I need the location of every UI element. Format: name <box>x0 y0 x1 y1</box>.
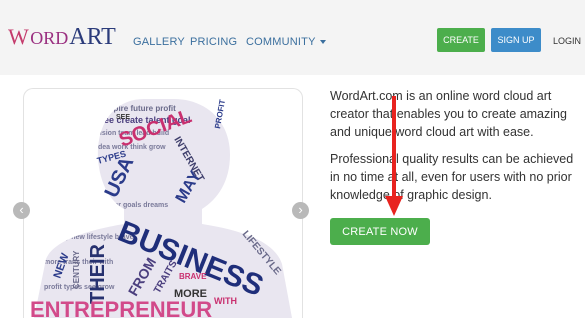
word-their: THEIR <box>87 243 109 304</box>
caret-down-icon <box>319 40 326 44</box>
svg-text:career goals dreams: career goals dreams <box>100 202 168 209</box>
create-now-button[interactable]: CREATE NOW <box>330 218 430 245</box>
intro-paragraph: WordArt.com is an online word cloud art … <box>330 89 567 139</box>
svg-text:inspire future profit: inspire future profit <box>102 104 176 113</box>
nav-community-label: COMMUNITY <box>246 36 316 48</box>
word-see: SEE <box>116 114 130 121</box>
logo-part-2: ORD <box>30 28 69 48</box>
carousel-prev-button[interactable]: ‹ <box>13 202 30 219</box>
wordart-logo[interactable]: W ORD ART <box>8 24 116 51</box>
logo-part-1: W <box>8 24 29 49</box>
word-with: WITH <box>214 296 237 306</box>
quality-paragraph: Professional quality results can be achi… <box>330 152 574 202</box>
word-profit: PROFIT <box>213 99 227 130</box>
word-brave: BRAVE <box>179 272 207 281</box>
word-entrepreneur: ENTREPRENEUR <box>30 297 212 318</box>
top-navbar: W ORD ART GALLERY PRICING COMMUNITY CREA… <box>0 0 585 75</box>
word-century: CENTURY <box>72 250 81 289</box>
login-link[interactable]: LOGIN <box>553 36 581 46</box>
carousel-next-button[interactable]: › <box>292 202 309 219</box>
word-cloud-art: inspire future profit see create talent … <box>30 99 292 318</box>
create-button[interactable]: CREATE <box>437 28 485 52</box>
sign-up-button[interactable]: SIGN UP <box>491 28 541 52</box>
nav-community-dropdown[interactable]: COMMUNITY <box>246 36 326 48</box>
annotation-arrow-icon <box>385 96 403 216</box>
showcase-panel: inspire future profit see create talent … <box>23 88 303 318</box>
logo-part-3: ART <box>69 24 116 50</box>
nav-pricing-link[interactable]: PRICING <box>190 36 237 48</box>
nav-gallery-link[interactable]: GALLERY <box>133 36 185 48</box>
